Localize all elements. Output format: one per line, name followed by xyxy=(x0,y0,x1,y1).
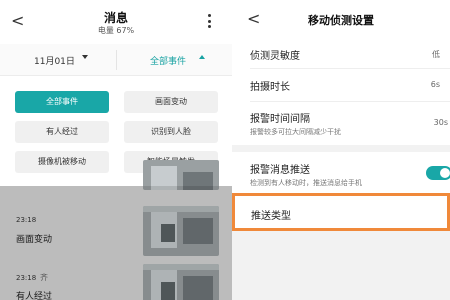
chevron-up-icon xyxy=(199,55,205,59)
setting-value: 30s xyxy=(433,118,448,127)
setting-label: 拍摄时长 xyxy=(250,82,290,93)
settings-header: < 移动侦测设置 xyxy=(232,0,450,38)
chevron-down-icon xyxy=(82,55,88,59)
chip-camera-moved[interactable]: 摄像机被移动 xyxy=(15,151,109,173)
push-toggle-switch[interactable] xyxy=(426,166,450,180)
setting-description: 检测到有人移动时，推送消息给手机 xyxy=(250,179,362,187)
setting-label: 侦测灵敏度 xyxy=(250,51,300,62)
setting-push-notification: 报警消息推送 检测到有人移动时，推送消息给手机 xyxy=(232,152,450,193)
event-filter[interactable]: 全部事件 xyxy=(150,54,186,67)
setting-capture-duration[interactable]: 拍摄时长 6s xyxy=(232,69,450,101)
motion-detection-settings-screen: < 移动侦测设置 侦测灵敏度 低 拍摄时长 6s 报警时间间隔 报警较多可拉大间… xyxy=(232,0,450,300)
chip-person-passing[interactable]: 有人经过 xyxy=(15,121,109,143)
filter-bar: 11月01日 全部事件 xyxy=(0,44,232,76)
settings-group: 侦测灵敏度 低 拍摄时长 6s 报警时间间隔 报警较多可拉大间隔减少干扰 30s xyxy=(232,38,450,145)
more-options-icon[interactable] xyxy=(208,14,212,28)
setting-label: 报警时间间隔 xyxy=(250,114,310,125)
setting-sensitivity[interactable]: 侦测灵敏度 低 xyxy=(232,38,450,68)
divider xyxy=(116,50,117,70)
page-title: 消息 xyxy=(103,11,128,25)
chip-scene-change[interactable]: 画面变动 xyxy=(124,91,218,113)
chip-face-recognized[interactable]: 识别到人脸 xyxy=(124,121,218,143)
date-filter[interactable]: 11月01日 xyxy=(34,54,75,67)
setting-label: 报警消息推送 xyxy=(250,165,310,176)
messages-header: < 消息 电量 67% xyxy=(0,0,232,44)
messages-screen: < 消息 电量 67% 11月01日 全部事件 全部事件 画面变动 有人经过 识… xyxy=(0,0,232,300)
setting-value: 6s xyxy=(430,80,440,89)
chip-all-events[interactable]: 全部事件 xyxy=(15,91,109,113)
setting-push-type[interactable]: 推送类型 xyxy=(232,193,450,231)
setting-alarm-interval[interactable]: 报警时间间隔 报警较多可拉大间隔减少干扰 30s xyxy=(232,102,450,145)
overlay-dim xyxy=(0,186,232,300)
setting-description: 报警较多可拉大间隔减少干扰 xyxy=(250,128,341,136)
setting-value: 低 xyxy=(432,50,440,59)
setting-label: 推送类型 xyxy=(251,211,291,222)
page-title: 移动侦测设置 xyxy=(308,14,374,27)
battery-status: 电量 67% xyxy=(97,26,135,35)
event-list: 23:18 画面变动 23:18 齐 有人经过 xyxy=(0,160,232,300)
